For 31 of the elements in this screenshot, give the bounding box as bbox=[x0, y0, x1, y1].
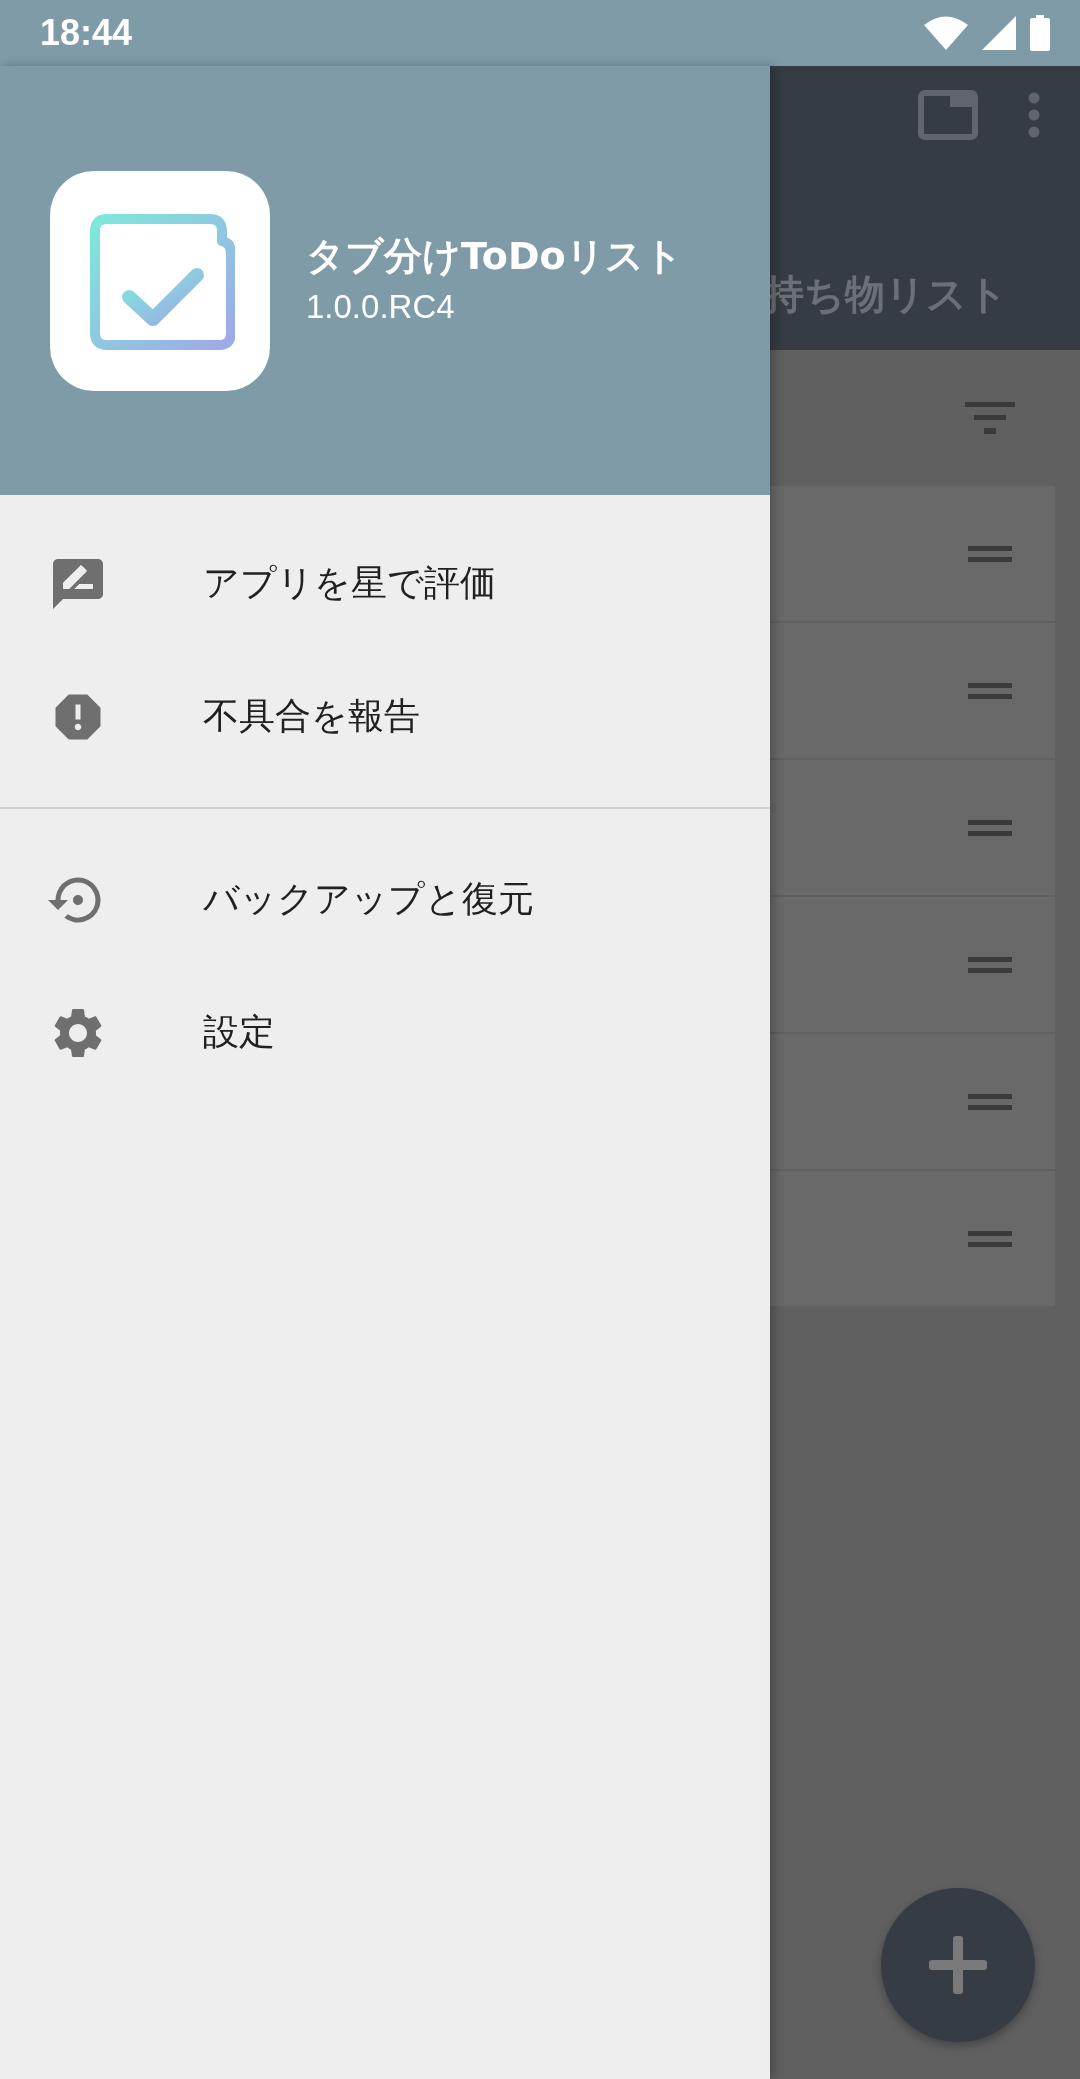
menu-item[interactable]: 不具合を報告 bbox=[0, 650, 770, 783]
list-card[interactable] bbox=[770, 623, 1055, 758]
menu-item-label: アプリを星で評価 bbox=[203, 561, 496, 605]
more-options-icon[interactable] bbox=[1028, 92, 1040, 138]
app-version: 1.0.0.RC4 bbox=[306, 288, 456, 326]
window-icon[interactable] bbox=[918, 90, 978, 140]
drag-handle-icon[interactable] bbox=[968, 1093, 1012, 1110]
list-card[interactable] bbox=[770, 760, 1055, 895]
menu-item-label: 不具合を報告 bbox=[203, 694, 420, 738]
drag-handle-icon[interactable] bbox=[968, 682, 1012, 699]
menu-item[interactable]: 設定 bbox=[0, 966, 770, 1099]
signal-icon bbox=[982, 16, 1016, 50]
app-icon bbox=[50, 170, 270, 391]
wifi-icon bbox=[924, 16, 968, 50]
menu-item[interactable]: バックアップと復元 bbox=[0, 833, 770, 966]
drag-handle-icon[interactable] bbox=[968, 545, 1012, 562]
list-card[interactable] bbox=[770, 897, 1055, 1032]
menu-item-label: 設定 bbox=[203, 1010, 275, 1054]
drag-handle-icon[interactable] bbox=[968, 1230, 1012, 1247]
menu-item[interactable]: アプリを星で評価 bbox=[0, 517, 770, 650]
status-time: 18:44 bbox=[40, 12, 133, 54]
drag-handle-icon[interactable] bbox=[968, 956, 1012, 973]
menu-item-label: バックアップと復元 bbox=[203, 877, 534, 921]
drag-handle-icon[interactable] bbox=[968, 819, 1012, 836]
list-card[interactable] bbox=[770, 1171, 1055, 1306]
list-card[interactable] bbox=[770, 1034, 1055, 1169]
app-name: タブ分けToDoリスト bbox=[306, 233, 683, 280]
filter-icon[interactable] bbox=[965, 402, 1015, 434]
list-card[interactable] bbox=[770, 486, 1055, 621]
add-icon bbox=[929, 1936, 987, 1994]
battery-icon bbox=[1030, 15, 1050, 51]
